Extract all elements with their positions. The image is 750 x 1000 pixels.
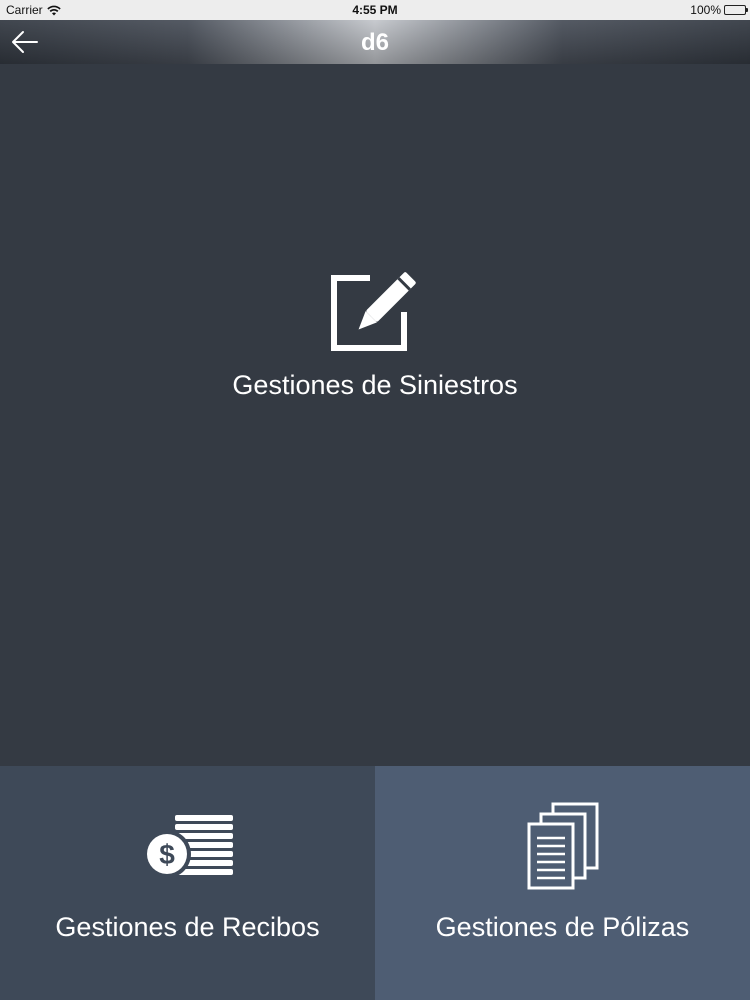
battery-percent: 100% [690, 3, 721, 17]
recibos-menu-item[interactable]: $ Gestiones de Recibos [0, 766, 375, 1000]
battery-icon [724, 5, 748, 15]
siniestros-label: Gestiones de Siniestros [232, 370, 518, 400]
app-logo: d6 [361, 31, 389, 53]
battery-status: 100% [690, 0, 748, 20]
edit-pencil-icon [331, 272, 416, 351]
navigation-bar: d6 [0, 20, 750, 64]
recibos-label: Gestiones de Recibos [55, 912, 320, 942]
svg-text:d6: d6 [361, 31, 389, 53]
siniestros-menu-item[interactable]: Gestiones de Siniestros [0, 64, 750, 766]
polizas-menu-item[interactable]: Gestiones de Pólizas [375, 766, 750, 1000]
status-bar: Carrier 4:55 PM 100% [0, 0, 750, 20]
documents-stack-icon [527, 802, 599, 890]
coins-dollar-icon: $ [143, 815, 233, 878]
status-time: 4:55 PM [352, 3, 398, 17]
arrow-left-icon [12, 31, 38, 53]
polizas-label: Gestiones de Pólizas [435, 912, 690, 942]
back-button[interactable] [10, 28, 40, 56]
svg-text:$: $ [159, 839, 175, 870]
